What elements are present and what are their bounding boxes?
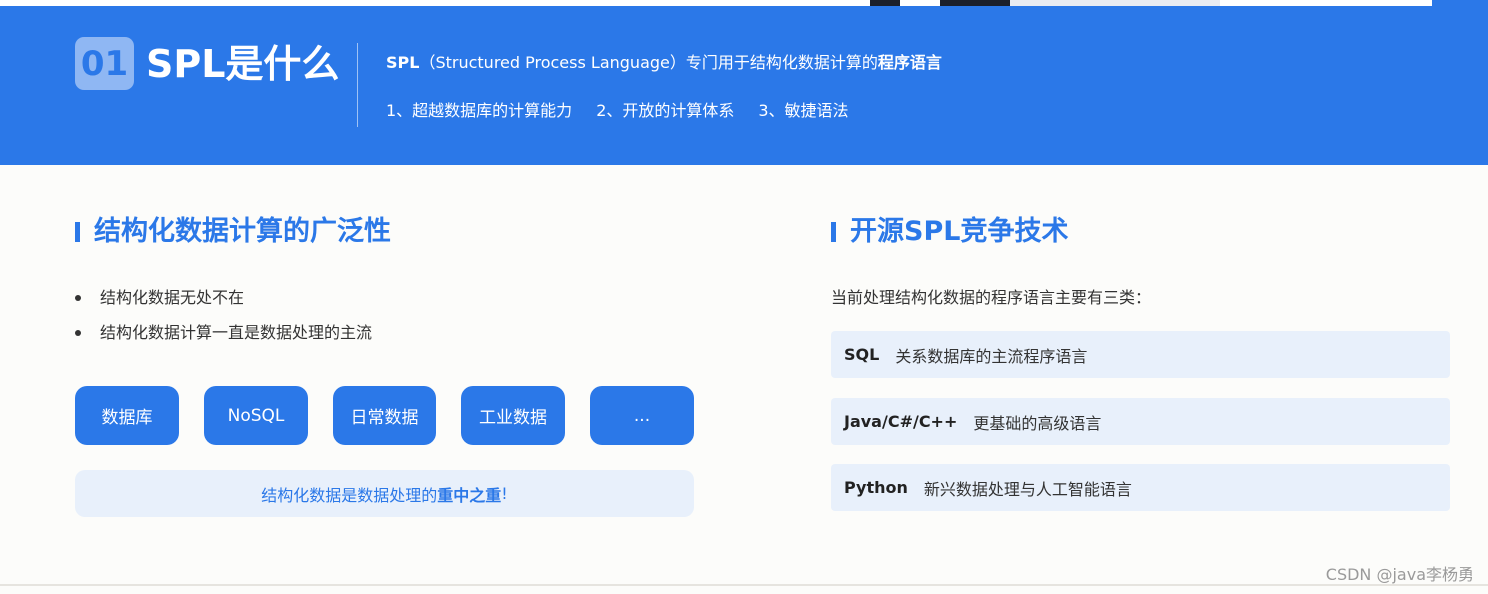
bullet-dot-icon [75,295,81,301]
language-desc: 关系数据库的主流程序语言 [895,346,1088,366]
banner-divider [357,43,358,127]
note-suffix: ! [501,484,508,503]
right-section-title-text: 开源SPL竞争技术 [850,216,1069,247]
hero-banner: 01 SPL是什么 SPL（Structured Process Languag… [0,6,1488,165]
chip-industrial-data[interactable]: 工业数据 [461,386,565,445]
list-item-text: 结构化数据无处不在 [100,288,245,307]
right-intro-text: 当前处理结构化数据的程序语言主要有三类： [831,288,1152,307]
banner-desc-bold-suffix: 程序语言 [877,53,942,72]
bullet-dot-icon [75,330,81,336]
title-accent-bar [831,222,836,242]
language-desc: 新兴数据处理与人工智能语言 [923,479,1132,499]
feature-item: 1、超越数据库的计算能力 [386,101,573,120]
csdn-watermark: CSDN @java李杨勇 [1325,565,1474,584]
language-name: Java/C#/C++ [844,412,958,431]
language-desc: 更基础的高级语言 [973,413,1102,433]
left-section-title-text: 结构化数据计算的广泛性 [94,216,391,247]
banner-description: SPL（Structured Process Language）专门用于结构化数… [386,50,942,76]
language-name: Python [844,478,908,497]
banner-features: 1、超越数据库的计算能力 2、开放的计算体系 3、敏捷语法 [386,98,849,124]
chip-more[interactable]: ... [590,386,694,445]
list-item-text: 结构化数据计算一直是数据处理的主流 [100,323,373,342]
feature-item: 3、敏捷语法 [758,101,849,120]
banner-title: SPL是什么 [146,42,340,86]
language-name: SQL [844,345,880,364]
language-row-sql: SQL 关系数据库的主流程序语言 [831,331,1450,378]
bottom-divider [0,584,1488,586]
bullet-list: 结构化数据无处不在 结构化数据计算一直是数据处理的主流 [75,284,372,354]
list-item: 结构化数据无处不在 [75,284,372,319]
language-row-python: Python 新兴数据处理与人工智能语言 [831,464,1450,511]
note-prefix: 结构化数据是数据处理的 [261,485,438,505]
note-bold: 重中之重 [437,485,502,505]
right-section-title: 开源SPL竞争技术 [831,214,1068,250]
chip-daily-data[interactable]: 日常数据 [333,386,436,445]
section-number-badge: 01 [75,37,134,90]
left-section-title: 结构化数据计算的广泛性 [75,214,391,250]
title-accent-bar [75,222,80,242]
banner-desc-bold-prefix: SPL [386,53,420,72]
highlight-note: 结构化数据是数据处理的 重中之重! [75,470,694,517]
chip-database[interactable]: 数据库 [75,386,179,445]
chip-nosql[interactable]: NoSQL [204,386,308,445]
banner-desc-middle: （Structured Process Language）专门用于结构化数据计算… [419,53,878,72]
list-item: 结构化数据计算一直是数据处理的主流 [75,319,372,354]
feature-item: 2、开放的计算体系 [596,101,735,120]
language-row-java: Java/C#/C++ 更基础的高级语言 [831,398,1450,445]
